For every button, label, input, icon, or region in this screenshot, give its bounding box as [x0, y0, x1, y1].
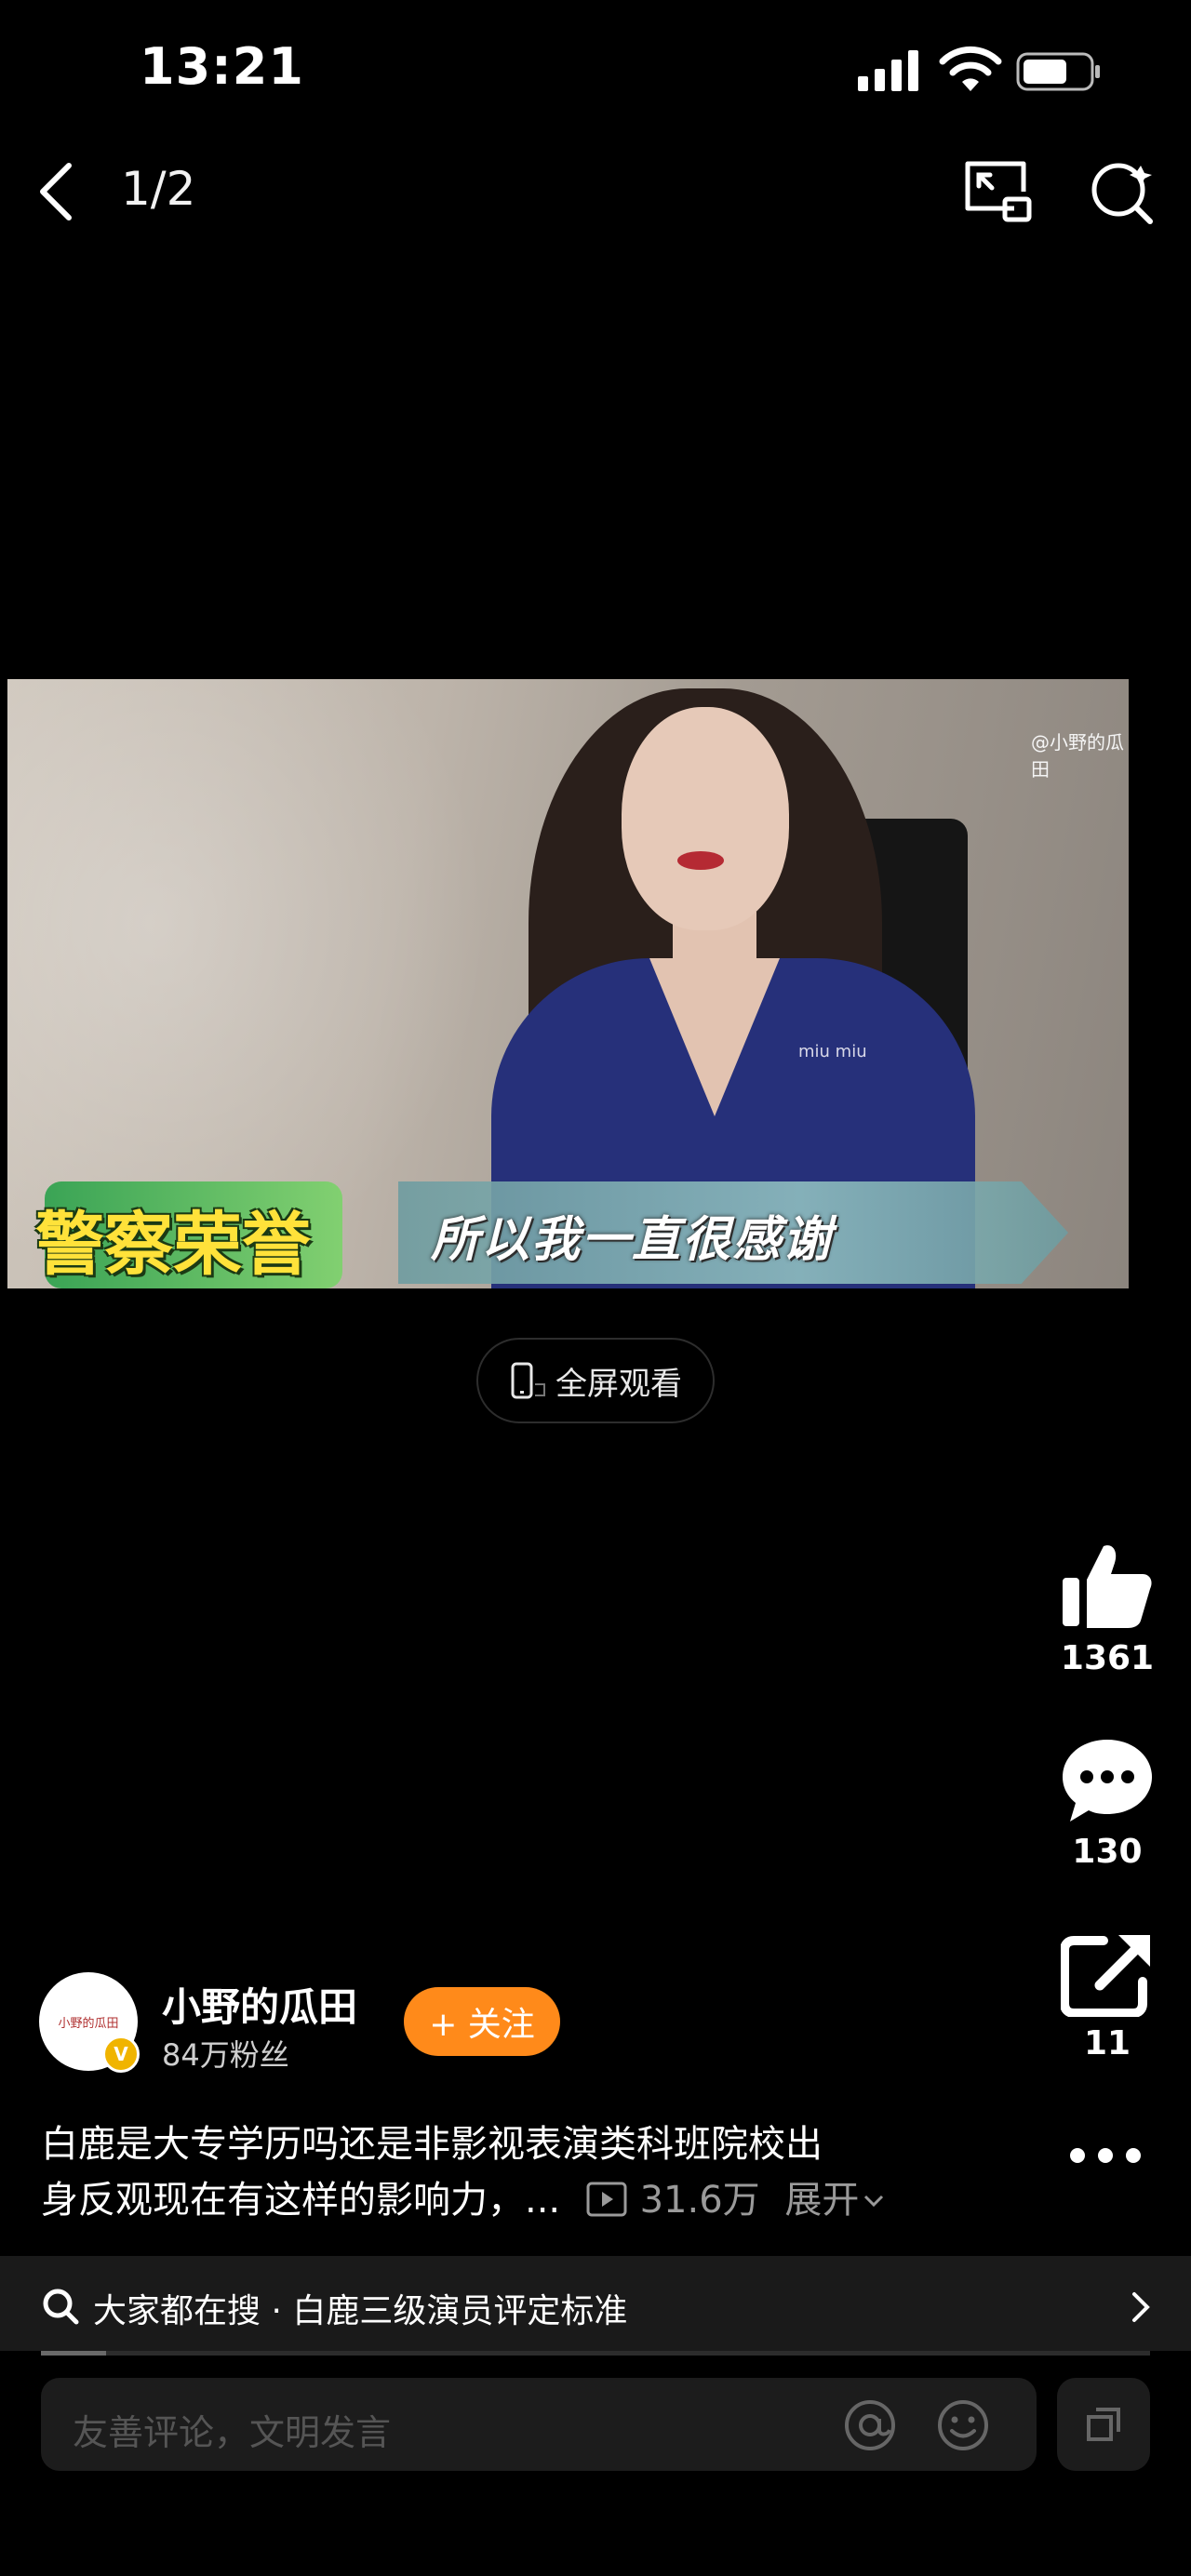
author-name[interactable]: 小野的瓜田 — [162, 1976, 357, 2033]
trending-search-text[interactable]: 大家都在搜 · 白鹿三级演员评定标准 — [93, 2284, 627, 2332]
page-indicator: 1/2 — [121, 162, 196, 216]
battery-icon — [1016, 52, 1100, 91]
video-person-lips — [677, 851, 724, 870]
at-icon[interactable] — [843, 2398, 897, 2452]
follow-button[interactable]: + 关注 — [404, 1987, 560, 2056]
play-icon — [586, 2182, 627, 2217]
share-button[interactable]: 11 — [1051, 1931, 1163, 2062]
video-progress-fill — [41, 2351, 106, 2356]
video-player[interactable]: miu miu @小野的瓜田 所以我一直很感谢 警察荣誉 — [7, 679, 1129, 1288]
author-fans: 84万粉丝 — [162, 2037, 289, 2073]
thumbs-up-icon — [1063, 1545, 1152, 1628]
share-count: 11 — [1083, 2024, 1131, 2062]
comment-count: 130 — [1072, 1833, 1143, 1871]
more-icon[interactable] — [1068, 2144, 1143, 2167]
expand-comments-button[interactable] — [1057, 2378, 1150, 2471]
wifi-icon — [939, 46, 1002, 91]
video-person-face — [622, 707, 789, 930]
video-subtitle: 所以我一直很感谢 — [431, 1212, 834, 1268]
video-sweater-brand: miu miu — [798, 1042, 867, 1061]
status-time: 13:21 — [140, 37, 304, 96]
video-watermark: @小野的瓜田 — [1031, 731, 1124, 781]
emoji-icon[interactable] — [936, 2398, 990, 2452]
verified-badge-icon: V — [102, 2035, 140, 2073]
image-search-icon[interactable] — [1087, 158, 1156, 225]
chevron-right-icon[interactable] — [1130, 2290, 1152, 2324]
comment-placeholder: 友善评论，文明发言 — [73, 2412, 392, 2453]
fullscreen-label: 全屏观看 — [555, 1365, 682, 1403]
phone-icon — [511, 1362, 545, 1399]
fullscreen-button[interactable]: 全屏观看 — [476, 1338, 715, 1423]
video-progress-track[interactable] — [41, 2351, 1150, 2356]
description-line-1: 白鹿是大专学历吗还是非影视表演类科班院校出 — [41, 2123, 823, 2166]
like-button[interactable]: 1361 — [1051, 1542, 1163, 1677]
expand-label: 展开 — [784, 2179, 860, 2222]
show-logo: 警察荣誉 — [35, 1205, 311, 1285]
comment-icon — [1063, 1740, 1152, 1822]
expand-link[interactable]: 展开 — [784, 2179, 885, 2222]
like-count: 1361 — [1060, 1639, 1155, 1677]
expand-icon — [1087, 2408, 1120, 2441]
search-icon — [43, 2289, 79, 2325]
pip-icon[interactable] — [962, 158, 1033, 223]
avatar-text: 小野的瓜田 — [58, 2016, 119, 2031]
view-count: 31.6万 — [639, 2179, 760, 2222]
chevron-down-icon — [864, 2195, 884, 2208]
description-line-2: 身反观现在有这样的影响力，... 31.6万 展开 — [41, 2169, 885, 2223]
cellular-signal-icon — [858, 50, 918, 91]
description-line-2-text: 身反观现在有这样的影响力，... — [41, 2179, 561, 2222]
back-icon[interactable] — [35, 160, 76, 223]
comment-button[interactable]: 130 — [1051, 1736, 1163, 1871]
share-icon — [1061, 1935, 1150, 2017]
